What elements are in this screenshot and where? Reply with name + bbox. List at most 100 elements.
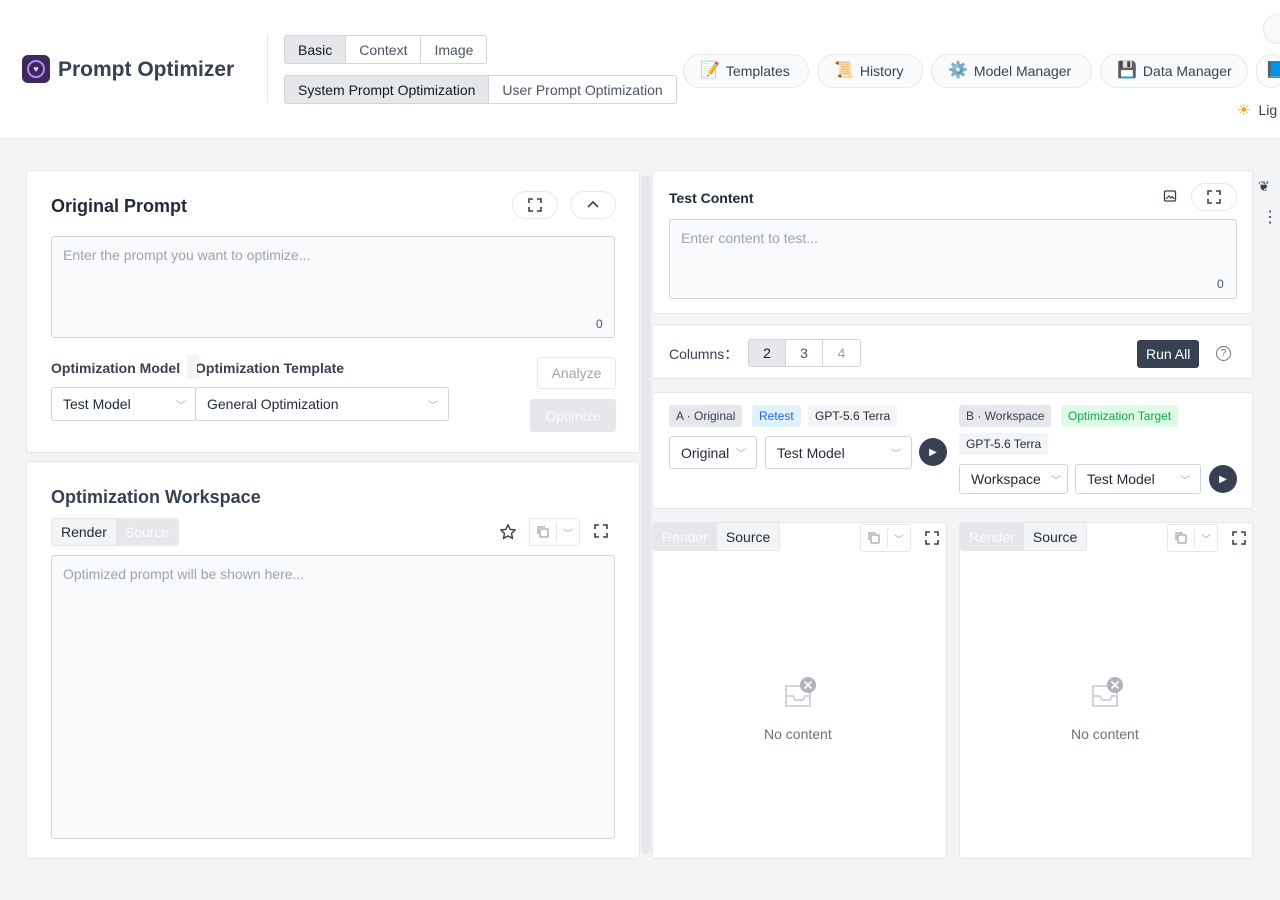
more-options-icon[interactable]: ⋮ [1262,210,1278,226]
chevron-down-icon: ﹀ [1180,475,1190,487]
workspace-output[interactable]: Optimized prompt will be shown here... [51,555,615,839]
result-a-view-tabs: Render Source [653,523,781,551]
optimization-model-value: Test Model [63,396,131,412]
leaf-icon[interactable]: ❦ [1258,178,1270,195]
test-content-card: Test Content Enter content to test... 0 [652,170,1253,314]
theme-toggle[interactable]: ☀ Lig [1237,101,1277,119]
data-manager-button[interactable]: 💾 Data Manager [1100,54,1248,88]
result-a-fullscreen-button[interactable] [925,531,939,548]
run-all-button[interactable]: Run All [1137,340,1200,368]
tab-basic[interactable]: Basic [285,36,347,63]
optimization-model-select[interactable]: Test Model ﹀ [51,387,197,421]
chevron-up-icon [587,200,599,208]
variant-b-model-value: Test Model [1087,471,1155,487]
columns-option-4[interactable]: 4 [823,340,860,366]
columns-option-3[interactable]: 3 [786,340,823,366]
columns-option-2[interactable]: 2 [749,340,786,366]
copy-icon [868,532,880,544]
empty-inbox-icon [1090,676,1126,715]
function-tabs: System Prompt Optimization User Prompt O… [284,75,677,104]
optimization-template-select[interactable]: General Optimization ﹀ [195,387,449,421]
fullscreen-icon [1232,531,1246,545]
variant-a-run-button[interactable]: ▶ [919,438,947,466]
result-a-copy-dropdown[interactable]: ﹀ [860,524,911,552]
tab-render[interactable]: Render [52,519,116,545]
copy-divider [556,523,557,541]
tab-image[interactable]: Image [421,36,486,63]
star-icon [500,524,516,540]
tab-source[interactable]: Source [1023,523,1087,550]
test-content-fullscreen-button[interactable] [1191,183,1237,211]
test-content-placeholder: Enter content to test... [681,230,818,246]
workspace-fullscreen-button[interactable] [594,524,608,541]
templates-button[interactable]: 📝 Templates [683,54,809,88]
play-icon: ▶ [1219,473,1227,485]
optimization-workspace-card: Optimization Workspace Render Source ﹀ O… [26,461,640,859]
tab-system-prompt-optimization[interactable]: System Prompt Optimization [285,76,490,103]
retest-tag[interactable]: Retest [752,405,801,427]
history-button[interactable]: 📜 History [817,54,923,88]
chevron-down-icon: ﹀ [563,528,573,540]
image-icon [1163,190,1177,202]
favorite-button[interactable] [499,523,517,544]
scroll-icon: 📜 [834,62,854,79]
variant-b-model-tag: GPT-5.6 Terra [959,433,1049,455]
variant-a-source-select[interactable]: Original ﹀ [669,436,757,469]
chevron-down-icon: ﹀ [176,400,186,412]
optimization-template-label-text: Optimization Template [197,360,345,376]
variant-b-model-select[interactable]: Test Model ﹀ [1075,464,1201,494]
columns-label: Columns： [669,346,739,362]
chevron-down-icon: ﹀ [428,400,438,412]
columns-selector: 2 3 4 [748,339,861,367]
header-divider [267,35,268,103]
result-b-view-tabs: Render Source [960,523,1088,551]
result-a-empty-text: No content [764,726,832,742]
sun-icon: ☀ [1237,102,1251,119]
result-panel-b: Render Source ﹀ No content [959,522,1253,859]
test-content-char-count: 0 [1217,277,1224,291]
image-upload-button[interactable] [1163,189,1177,206]
workspace-title: Optimization Workspace [51,487,261,507]
analyze-button[interactable]: Analyze [537,357,616,389]
mode-tabs: Basic Context Image [284,35,488,64]
optimize-button[interactable]: Optimize [530,399,616,432]
copy-icon [1175,532,1187,544]
empty-inbox-icon [783,676,819,715]
tab-user-prompt-optimization[interactable]: User Prompt Optimization [489,76,675,103]
tab-render[interactable]: Render [960,523,1024,550]
result-b-copy-dropdown[interactable]: ﹀ [1167,524,1218,552]
copy-divider [887,529,888,547]
github-button[interactable] [1263,14,1280,44]
copy-dropdown[interactable]: ﹀ [529,518,580,546]
book-icon: 📘 [1265,62,1280,79]
theme-label: Lig [1258,102,1278,118]
collapse-button[interactable] [570,191,616,219]
fullscreen-icon [594,524,608,538]
templates-label: Templates [725,63,790,79]
left-panel-scrollbar[interactable] [641,176,651,854]
tab-render[interactable]: Render [653,523,717,550]
chevron-down-icon: ﹀ [1051,475,1061,487]
more-nav-button[interactable]: 📘 [1256,54,1280,88]
test-content-input[interactable]: Enter content to test... [669,219,1237,299]
result-panel-a: Render Source ﹀ No content [652,522,947,859]
chevron-down-icon: ﹀ [736,449,746,460]
tab-source[interactable]: Source [716,523,780,550]
variant-a-model-select[interactable]: Test Model ﹀ [765,436,912,469]
tab-context[interactable]: Context [346,36,422,63]
tab-source[interactable]: Source [115,519,179,545]
model-manager-button[interactable]: ⚙️ Model Manager [931,54,1092,88]
result-b-fullscreen-button[interactable] [1232,531,1246,548]
original-prompt-char-count: 0 [596,317,603,331]
fullscreen-button[interactable] [512,191,558,219]
help-icon[interactable]: ? [1216,346,1231,361]
variant-b-run-button[interactable]: ▶ [1209,465,1237,493]
variant-b-source-select[interactable]: Workspace ﹀ [959,464,1068,494]
variant-a-model-tag: GPT-5.6 Terra [808,405,898,427]
app-title: Prompt Optimizer [58,58,235,81]
variants-config-card: A · Original Retest GPT-5.6 Terra Origin… [652,392,1253,509]
app-header: ♥ Prompt Optimizer Basic Context Image S… [0,0,1280,137]
original-prompt-input[interactable]: Enter the prompt you want to optimize... [51,236,615,338]
history-label: History [859,63,904,79]
data-manager-label: Data Manager [1142,63,1232,79]
